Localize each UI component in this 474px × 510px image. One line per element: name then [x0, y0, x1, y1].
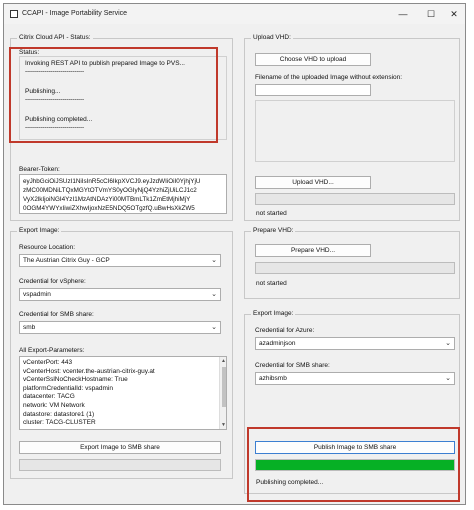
- export-parameter-line: datastore: datastore1 (1): [23, 410, 95, 418]
- azure-credential-select[interactable]: azadminjson ⌄: [255, 337, 455, 350]
- smb-credential-value: smb: [23, 324, 36, 331]
- app-window: CCAPI - Image Portability Service — ☐ ✕ …: [3, 3, 466, 505]
- smb-credential-right-select[interactable]: azhibsmb ⌄: [255, 372, 455, 385]
- smb-credential-label: Credential for SMB share:: [19, 311, 94, 318]
- export-image-group-title: Export Image:: [17, 227, 62, 234]
- export-parameter-line: vCenterHost: vcenter.the-austrian-citrix…: [23, 367, 155, 375]
- status-highlight-box: [9, 47, 218, 143]
- smb-credential-select[interactable]: smb ⌄: [19, 321, 221, 334]
- upload-vhd-group-title: Upload VHD:: [251, 34, 293, 41]
- chevron-down-icon: ⌄: [445, 340, 451, 347]
- scroll-thumb[interactable]: [222, 367, 226, 407]
- maximize-button[interactable]: ☐: [424, 8, 438, 20]
- export-parameter-line: cluster: TACG-CLUSTER: [23, 419, 96, 427]
- resource-location-label: Resource Location:: [19, 244, 76, 251]
- export-parameter-line: vCenterPort: 443: [23, 359, 73, 366]
- prepare-status-text: not started: [256, 280, 287, 287]
- bearer-token-line: zMC00MDNiLTQxMGYtOTVmYS0yOGIyNjQ4YzhiZjU…: [23, 187, 197, 194]
- smb-credential-right-value: azhibsmb: [259, 375, 287, 382]
- export-parameter-line: platformCredentialId: vspadmin: [23, 384, 113, 392]
- upload-status-text: not started: [256, 210, 287, 217]
- publish-highlight-box: [247, 427, 460, 502]
- upload-vhd-button[interactable]: Upload VHD...: [255, 176, 371, 189]
- azure-credential-label: Credential for Azure:: [255, 327, 315, 334]
- scroll-up-icon[interactable]: ▲: [221, 358, 226, 364]
- chevron-down-icon: ⌄: [211, 291, 217, 298]
- azure-credential-value: azadminjson: [259, 340, 296, 347]
- export-parameters-textbox[interactable]: vCenterPort: 443 vCenterHost: vcenter.th…: [19, 356, 227, 430]
- chevron-down-icon: ⌄: [445, 375, 451, 382]
- export-parameter-line: vCenterSslNoCheckHostname: True: [23, 376, 128, 384]
- bearer-token-textbox[interactable]: eyJhbGciOiJSUzI1NiIsInR5cCI6IkpXVCJ9.eyJ…: [19, 174, 227, 214]
- prepare-progress-bar: [255, 262, 455, 274]
- minimize-button[interactable]: —: [396, 8, 410, 20]
- title-bar[interactable]: CCAPI - Image Portability Service — ☐ ✕: [4, 4, 465, 24]
- vsphere-credential-select[interactable]: vspadmin ⌄: [19, 288, 221, 301]
- filename-input[interactable]: [255, 84, 371, 96]
- upload-progress-bar: [255, 193, 455, 205]
- prepare-vhd-group-title: Prepare VHD:: [251, 227, 296, 234]
- upload-info-area: [255, 100, 455, 162]
- status-group-title: Citrix Cloud API - Status:: [17, 34, 93, 41]
- close-button[interactable]: ✕: [447, 8, 461, 20]
- export-parameter-line: network: VM Network: [23, 401, 85, 409]
- choose-vhd-button[interactable]: Choose VHD to upload: [255, 53, 371, 66]
- export-parameters-label: All Export-Parameters:: [19, 347, 85, 354]
- filename-label: Filename of the uploaded Image without e…: [255, 74, 403, 81]
- export-image-button[interactable]: Export Image to SMB share: [19, 441, 221, 454]
- parameters-scrollbar[interactable]: ▲ ▼: [219, 357, 226, 429]
- bearer-token-line: eyJhbGciOiJSUzI1NiIsInR5cCI6IkpXVCJ9.eyJ…: [23, 178, 201, 185]
- vsphere-credential-label: Credential for vSphere:: [19, 278, 86, 285]
- chevron-down-icon: ⌄: [211, 324, 217, 331]
- vsphere-credential-value: vspadmin: [23, 291, 51, 298]
- scroll-down-icon[interactable]: ▼: [221, 422, 226, 428]
- bearer-token-line: 0OGM4YWYxIiwiZXhwIjoxNzE5NDQ5OTgzfQ.uBwH…: [23, 205, 195, 212]
- export-image-right-group-title: Export Image:: [251, 310, 296, 317]
- resource-location-value: The Austrian Citrix Guy - GCP: [23, 257, 110, 264]
- resource-location-select[interactable]: The Austrian Citrix Guy - GCP ⌄: [19, 254, 221, 267]
- app-icon: [10, 10, 18, 18]
- chevron-down-icon: ⌄: [211, 257, 217, 264]
- export-progress-bar: [19, 459, 221, 471]
- bearer-token-label: Bearer-Token:: [19, 166, 60, 173]
- bearer-token-line: VyX2lkIjoiNGI4YzI1MzAtNDAzYi00MTBmLTk1Zm…: [23, 196, 191, 203]
- smb-credential-right-label: Credential for SMB share:: [255, 362, 330, 369]
- window-title: CCAPI - Image Portability Service: [22, 10, 128, 17]
- prepare-vhd-button[interactable]: Prepare VHD...: [255, 244, 371, 257]
- export-parameter-line: datacenter: TACG: [23, 393, 75, 401]
